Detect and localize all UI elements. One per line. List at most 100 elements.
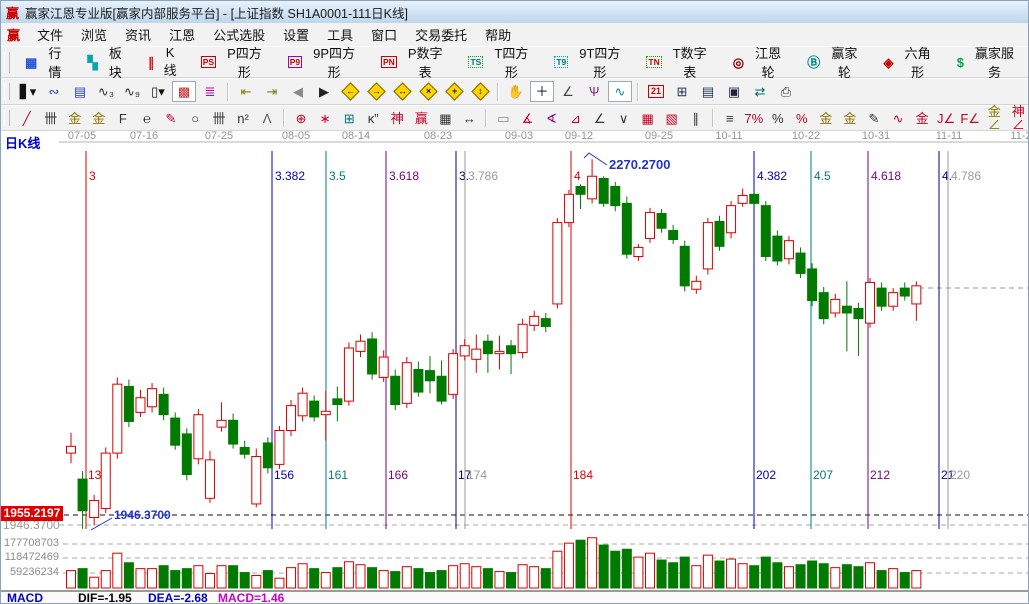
volume-bar[interactable]	[796, 565, 805, 588]
toolbar-grip[interactable]	[4, 110, 10, 127]
volume-bar[interactable]	[136, 569, 145, 588]
volume-bar[interactable]	[715, 561, 724, 588]
volume-bar[interactable]	[854, 567, 863, 588]
volume-bar[interactable]	[229, 566, 238, 588]
hexagon-button[interactable]: ◈六角形	[873, 49, 946, 75]
candle[interactable]	[333, 399, 342, 405]
candle[interactable]	[205, 460, 214, 498]
volume-bar[interactable]	[344, 562, 353, 588]
toolbar-grip[interactable]	[4, 83, 10, 101]
candle[interactable]	[194, 415, 203, 459]
wave-v-icon[interactable]: ∨	[613, 108, 635, 129]
gold-gate-icon[interactable]: 金	[64, 108, 86, 129]
volume-bar[interactable]	[530, 567, 539, 588]
ying-grid-icon[interactable]: 赢	[410, 108, 432, 129]
grid-red-icon[interactable]: ▦	[637, 108, 659, 129]
gold-line-icon[interactable]: 金	[839, 108, 861, 129]
volume-bar[interactable]	[275, 578, 284, 588]
candle[interactable]	[564, 194, 573, 222]
volume-bar[interactable]	[124, 563, 133, 588]
candle[interactable]	[171, 418, 180, 445]
grid-123-icon[interactable]: ▦	[434, 108, 456, 129]
candle[interactable]	[518, 324, 527, 352]
wave-tool-icon[interactable]: ∿	[608, 81, 632, 102]
fan-red-icon[interactable]: ∡	[516, 108, 538, 129]
volume-bar[interactable]	[669, 563, 678, 588]
candle[interactable]	[182, 434, 191, 475]
candle[interactable]	[773, 236, 782, 261]
volume-bar[interactable]	[333, 568, 342, 588]
calendar-icon[interactable]: 21	[644, 81, 668, 102]
chart-area[interactable]: 07-0507-1607-2508-0508-1408-2309-0309-12…	[1, 131, 1029, 592]
angle-tool-icon[interactable]: ∠	[556, 81, 580, 102]
candle[interactable]	[425, 371, 434, 381]
volume-bar[interactable]	[634, 557, 643, 588]
candle[interactable]	[727, 206, 736, 233]
calculator-icon[interactable]: ⊞	[670, 81, 694, 102]
candle[interactable]	[287, 406, 296, 431]
volume-bar[interactable]	[194, 566, 203, 588]
t9-square-button[interactable]: T99T四方形	[544, 49, 636, 75]
volume-bar[interactable]	[761, 557, 770, 588]
square-target-icon[interactable]: ⊞	[338, 108, 360, 129]
volume-bar[interactable]	[646, 553, 655, 588]
volume-bar[interactable]	[449, 566, 458, 588]
volume-bar[interactable]	[507, 573, 516, 588]
volume-bar[interactable]	[472, 567, 481, 588]
candle[interactable]	[669, 230, 678, 239]
candle[interactable]	[599, 179, 608, 204]
p-number-button[interactable]: PNP数字表	[371, 49, 458, 75]
candle[interactable]	[680, 246, 689, 286]
candle[interactable]	[90, 501, 99, 518]
wave-3-icon[interactable]: ∿₃	[94, 81, 118, 102]
volume-bar[interactable]	[391, 572, 400, 588]
menu-item-7[interactable]: 窗口	[362, 23, 406, 46]
candle[interactable]	[715, 221, 724, 246]
grid-arrow-icon[interactable]: ▧	[661, 108, 683, 129]
quotes-button[interactable]: ▦行情	[15, 49, 78, 75]
pattern-blue-icon[interactable]: ∾	[42, 81, 66, 102]
volume-bar[interactable]	[425, 573, 434, 588]
k-note-icon[interactable]: ĸ”	[362, 108, 384, 129]
candle[interactable]	[912, 286, 921, 304]
volume-bar[interactable]	[402, 567, 411, 588]
candle[interactable]	[391, 376, 400, 404]
volume-bar[interactable]	[252, 576, 261, 589]
volume-bar[interactable]	[217, 566, 226, 588]
pct-line-icon[interactable]: %	[791, 108, 813, 129]
candle[interactable]	[240, 447, 249, 454]
candle[interactable]	[622, 203, 631, 254]
volume-bar[interactable]	[541, 569, 550, 588]
volume-bar[interactable]	[553, 551, 562, 588]
candle[interactable]	[472, 349, 481, 359]
candle[interactable]	[252, 456, 261, 503]
volume-bar[interactable]	[599, 545, 608, 588]
volume-bar[interactable]	[240, 573, 249, 588]
gold-angle-icon[interactable]: 金∠	[983, 108, 1005, 129]
volume-bar[interactable]	[912, 571, 921, 588]
parallel-icon[interactable]: ∥	[685, 108, 707, 129]
shen-grid-icon[interactable]: 神	[386, 108, 408, 129]
candle[interactable]	[576, 186, 585, 194]
candle[interactable]	[67, 446, 76, 453]
t-square-button[interactable]: TST四方形	[458, 49, 544, 75]
candle[interactable]	[275, 430, 284, 464]
volume-bar[interactable]	[414, 569, 423, 588]
candle[interactable]	[136, 398, 145, 413]
pct7-icon[interactable]: 7%	[743, 108, 765, 129]
volume-bar[interactable]	[287, 568, 296, 588]
span-arrow-icon[interactable]: ↔	[458, 108, 480, 129]
angle-lines-icon[interactable]: ∠	[589, 108, 611, 129]
volume-bar[interactable]	[773, 563, 782, 588]
last-bar-icon[interactable]: ⇥	[260, 81, 284, 102]
candle[interactable]	[217, 420, 226, 427]
candle[interactable]	[449, 354, 458, 395]
candle[interactable]	[831, 299, 840, 313]
candle[interactable]	[646, 212, 655, 238]
title-bar[interactable]: 赢 赢家江恩专业版[赢家内部服务平台] - [上证指数 SH1A0001-111…	[1, 1, 1029, 23]
volume-bar[interactable]	[263, 571, 272, 588]
volume-bar[interactable]	[588, 538, 597, 588]
candle[interactable]	[263, 443, 272, 468]
candle[interactable]	[101, 453, 110, 508]
gann-tool-icon[interactable]: Ѱ	[582, 81, 606, 102]
